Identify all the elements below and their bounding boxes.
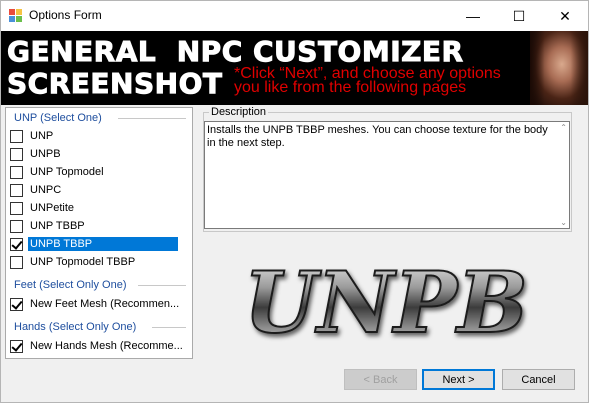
group-header-unp: UNP (Select One) [14, 112, 102, 124]
option-unp[interactable]: UNP [8, 127, 55, 145]
description-label: Description [209, 106, 269, 118]
app-icon [9, 9, 23, 23]
checkbox[interactable] [10, 255, 23, 269]
option-unp-tbbp[interactable]: UNP TBBP [8, 217, 87, 235]
group-divider [152, 327, 186, 328]
group-divider [138, 285, 186, 286]
header-banner: GENERAL NPC CUSTOMIZER SCREENSHOT *Click… [1, 31, 588, 105]
option-label: UNP TBBP [30, 220, 85, 232]
checkbox-checked[interactable] [10, 237, 23, 251]
option-unpb[interactable]: UNPB [8, 145, 63, 163]
option-label: New Feet Mesh (Recommen... [30, 298, 180, 310]
group-header-feet: Feet (Select Only One) [14, 279, 127, 291]
checkbox[interactable] [10, 183, 23, 197]
maximize-button[interactable]: ☐ [496, 1, 542, 31]
banner-hint: *Click “Next”, and choose any options yo… [234, 66, 501, 96]
minimize-button[interactable]: — [450, 1, 496, 31]
option-new-feet-mesh[interactable]: New Feet Mesh (Recommen... [8, 295, 181, 313]
banner-title-line1: GENERAL NPC CUSTOMIZER [7, 35, 464, 69]
option-unpb-tbbp[interactable]: UNPB TBBP [8, 235, 178, 253]
title-bar[interactable]: Options Form — ☐ ✕ [1, 1, 588, 31]
options-form-window: Options Form — ☐ ✕ GENERAL NPC CUSTOMIZE… [0, 0, 589, 403]
option-unp-topmodel[interactable]: UNP Topmodel [8, 163, 106, 181]
checkbox-checked[interactable] [10, 339, 23, 353]
scroll-down-arrow-icon[interactable]: ⌄ [560, 218, 567, 227]
group-header-hands: Hands (Select Only One) [14, 321, 137, 333]
option-label: New Hands Mesh (Recomme... [30, 340, 183, 352]
checkbox[interactable] [10, 147, 23, 161]
option-label: UNP Topmodel TBBP [30, 256, 136, 268]
checkbox[interactable] [10, 165, 23, 179]
close-button[interactable]: ✕ [542, 1, 588, 31]
option-label: UNPB [30, 148, 61, 160]
checkbox-checked[interactable] [10, 297, 23, 311]
checkbox[interactable] [10, 129, 23, 143]
back-button[interactable]: < Back [344, 369, 417, 390]
description-textbox[interactable]: Installs the UNPB TBBP meshes. You can c… [204, 121, 570, 229]
banner-hint-line2: you like from the following pages [234, 79, 467, 96]
option-label: UNP Topmodel [30, 166, 104, 178]
cancel-button[interactable]: Cancel [502, 369, 575, 390]
options-list-panel[interactable]: UNP (Select One) UNP UNPB UNP Topmodel U… [5, 107, 193, 359]
option-unpetite[interactable]: UNPetite [8, 199, 76, 217]
description-text: Installs the UNPB TBBP meshes. You can c… [207, 124, 548, 149]
preview-unpb-logo: UNPB [244, 253, 528, 352]
option-label: UNPC [30, 184, 62, 196]
checkbox[interactable] [10, 201, 23, 215]
window-title: Options Form [29, 8, 102, 22]
checkbox[interactable] [10, 219, 23, 233]
option-new-hands-mesh[interactable]: New Hands Mesh (Recomme... [8, 337, 185, 355]
preview-image: UNPB [243, 252, 529, 353]
option-label: UNPetite [30, 202, 75, 214]
group-divider [118, 118, 186, 119]
scroll-up-arrow-icon[interactable]: ⌃ [560, 123, 567, 132]
option-unpc[interactable]: UNPC [8, 181, 63, 199]
option-unp-topmodel-tbbp[interactable]: UNP Topmodel TBBP [8, 253, 137, 271]
next-button[interactable]: Next > [422, 369, 495, 390]
option-label-selected: UNPB TBBP [28, 237, 178, 251]
character-portrait-shade [530, 31, 588, 105]
banner-title-line2: SCREENSHOT [6, 67, 223, 101]
option-label: UNP [30, 130, 54, 142]
